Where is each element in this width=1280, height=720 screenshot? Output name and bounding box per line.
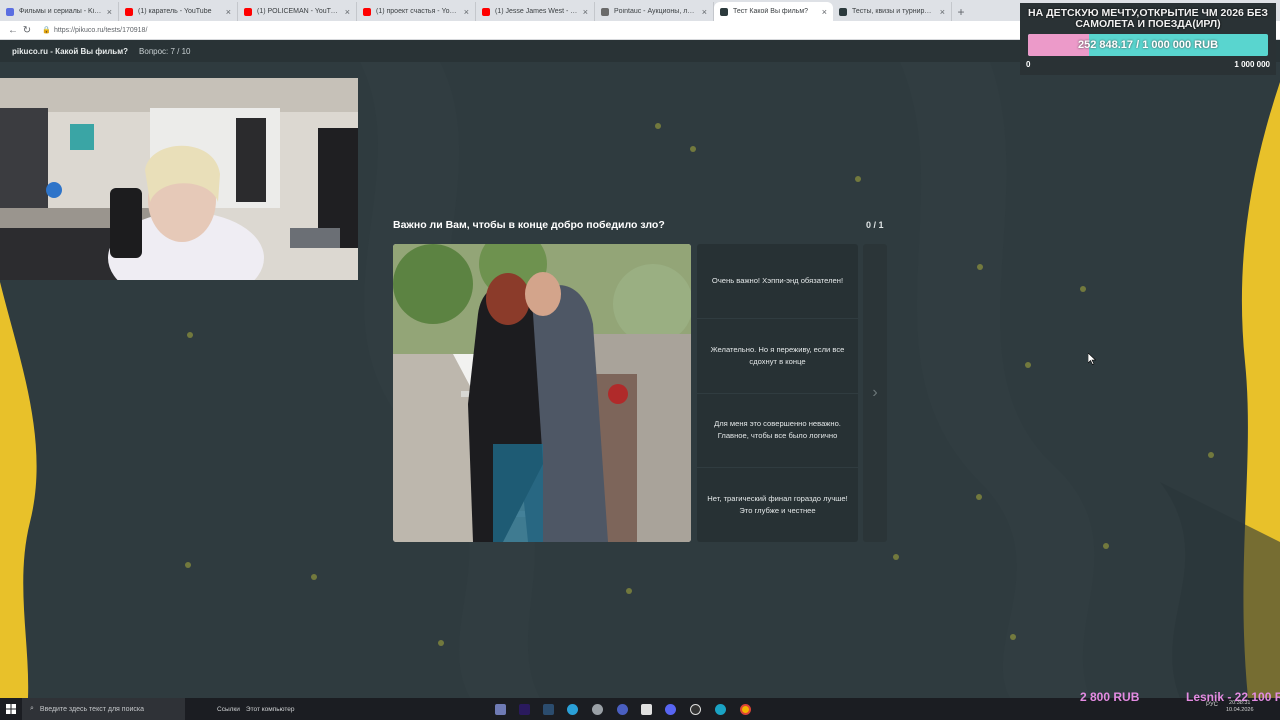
bg-dot <box>1080 286 1086 292</box>
tab-favicon-icon <box>482 7 490 16</box>
donation-progress-bar: 252 848.17 / 1 000 000 RUB <box>1028 34 1268 56</box>
bg-dot <box>311 574 317 580</box>
tab-label: (1) проект счастья - YouTube <box>376 8 460 15</box>
browser-tab[interactable]: Фильмы и сериалы - Kinobox.in × <box>0 2 119 21</box>
answer-option[interactable]: Нет, трагический финал гораздо лучше! Эт… <box>697 468 858 542</box>
browser-tab[interactable]: Pointauc - Аукционы, лотереи и... × <box>595 2 714 21</box>
premiere-icon[interactable] <box>519 704 530 715</box>
quiz-score: 0 / 1 <box>866 220 884 230</box>
steam-icon[interactable] <box>543 704 554 715</box>
bg-dot <box>1025 362 1031 368</box>
tab-label: (1) Jesse James West - YouTube <box>495 8 579 15</box>
browser-tab[interactable]: Тесты, квизы и турниры — Pikuc... × <box>833 2 952 21</box>
clock-time: 20:38:31 <box>1229 700 1251 706</box>
taskbar-search-input[interactable]: ⌕ Введите здесь текст для поиска <box>22 698 185 720</box>
movie-still-illustration <box>393 244 691 542</box>
tab-favicon-icon <box>125 7 133 16</box>
system-tray-lang[interactable]: РУС <box>1206 702 1218 708</box>
question-counter: Вопрос: 7 / 10 <box>139 46 191 56</box>
quiz-question: Важно ли Вам, чтобы в конце добро победи… <box>393 219 665 231</box>
browser-tab[interactable]: (1) проект счастья - YouTube × <box>357 2 476 21</box>
answer-option[interactable]: Очень важно! Хэппи-энд обязателен! <box>697 244 858 319</box>
bg-dot <box>1208 452 1214 458</box>
reload-icon[interactable]: ↻ <box>20 25 34 36</box>
tab-close-icon[interactable]: × <box>345 7 350 17</box>
settings-icon[interactable] <box>592 704 603 715</box>
tab-favicon-icon <box>6 7 14 16</box>
question-image <box>393 244 691 542</box>
tab-close-icon[interactable]: × <box>822 7 827 17</box>
back-icon[interactable]: ← <box>6 25 20 36</box>
bg-dot <box>977 264 983 270</box>
new-tab-button[interactable]: + <box>952 2 970 21</box>
clock-date: 10.04.2026 <box>1226 707 1254 713</box>
tab-favicon-icon <box>601 7 609 16</box>
tab-close-icon[interactable]: × <box>702 7 707 17</box>
chrome-icon[interactable] <box>740 704 751 715</box>
bg-dot <box>855 176 861 182</box>
bg-dot <box>187 332 193 338</box>
browser-tab[interactable]: (1) каратель - YouTube × <box>119 2 238 21</box>
tab-favicon-icon <box>720 7 728 16</box>
stream-ticker-left: 2 800 RUB <box>1080 690 1140 704</box>
tab-close-icon[interactable]: × <box>940 7 945 17</box>
donation-title: НА ДЕТСКУЮ МЕЧТУ,ОТКРЫТИЕ ЧМ 2026 БЕЗ СА… <box>1028 7 1268 30</box>
tab-label: Pointauc - Аукционы, лотереи и... <box>614 8 698 15</box>
taskbar-this-computer[interactable]: Этот компьютер <box>246 706 295 713</box>
tab-close-icon[interactable]: × <box>107 7 112 17</box>
chevron-right-icon[interactable]: › <box>872 384 877 402</box>
search-icon: ⌕ <box>30 705 34 712</box>
bg-dot <box>690 146 696 152</box>
vpn-icon[interactable] <box>617 704 628 715</box>
mouse-cursor-icon <box>1088 353 1096 365</box>
bg-dot <box>655 123 661 129</box>
taskbar-search-placeholder: Введите здесь текст для поиска <box>39 705 144 713</box>
tab-close-icon[interactable]: × <box>464 7 469 17</box>
tab-label: (1) POLICEMAN - YouTube <box>257 8 341 15</box>
answer-option[interactable]: Для меня это совершенно неважно. Главное… <box>697 393 858 469</box>
webcam-illustration <box>0 78 358 280</box>
bg-dot <box>1010 634 1016 640</box>
donation-progress-text: 252 848.17 / 1 000 000 RUB <box>1077 39 1219 51</box>
donation-min-label: 0 <box>1026 60 1031 69</box>
bg-dot <box>976 494 982 500</box>
browser-tab[interactable]: (1) Jesse James West - YouTube × <box>476 2 595 21</box>
answer-list: Очень важно! Хэппи-энд обязателен! Желате… <box>697 244 858 542</box>
tab-close-icon[interactable]: × <box>226 7 231 17</box>
tab-favicon-icon <box>839 7 847 16</box>
tab-label: Тесты, квизы и турниры — Pikuc... <box>852 8 936 15</box>
tab-label: (1) каратель - YouTube <box>138 8 212 15</box>
tab-close-icon[interactable]: × <box>583 7 588 17</box>
left-yellow-wave <box>0 282 37 698</box>
lock-icon[interactable]: 🔒 <box>42 26 51 34</box>
url-field[interactable]: https://pikuco.ru/tests/170918/ <box>54 27 147 34</box>
answer-option[interactable]: Желательно. Но я переживу, если все сдох… <box>697 318 858 394</box>
tab-label: Тест Какой Вы фильм? <box>733 8 809 15</box>
donation-goal-widget: НА ДЕТСКУЮ МЕЧТУ,ОТКРЫТИЕ ЧМ 2026 БЕЗ СА… <box>1020 3 1276 75</box>
site-title[interactable]: pikuco.ru - Какой Вы фильм? <box>12 47 128 56</box>
tab-label: Фильмы и сериалы - Kinobox.in <box>19 8 103 15</box>
obs-icon[interactable] <box>690 704 701 715</box>
donation-max-label: 1 000 000 <box>1234 60 1270 69</box>
bg-dot <box>893 554 899 560</box>
browser-tab[interactable]: Тест Какой Вы фильм? × <box>714 2 833 21</box>
tab-favicon-icon <box>244 7 252 16</box>
browser-tab[interactable]: (1) POLICEMAN - YouTube × <box>238 2 357 21</box>
windows-logo-icon[interactable] <box>6 704 16 714</box>
discord-icon[interactable] <box>665 704 676 715</box>
webcam-overlay <box>0 78 358 280</box>
taskbar-links[interactable]: Ссылки <box>217 706 240 713</box>
telegram-icon[interactable] <box>567 704 578 715</box>
bg-dot <box>438 640 444 646</box>
file-explorer-icon[interactable] <box>495 704 506 715</box>
edge-icon[interactable] <box>715 704 726 715</box>
next-question-button[interactable]: › <box>863 244 887 542</box>
bg-dot <box>185 562 191 568</box>
system-clock[interactable]: 20:38:31 10.04.2026 <box>1226 700 1254 714</box>
tab-favicon-icon <box>363 7 371 16</box>
bg-dot <box>1103 543 1109 549</box>
bg-dot <box>626 588 632 594</box>
app-icon[interactable] <box>641 704 652 715</box>
start-button[interactable] <box>0 698 22 720</box>
